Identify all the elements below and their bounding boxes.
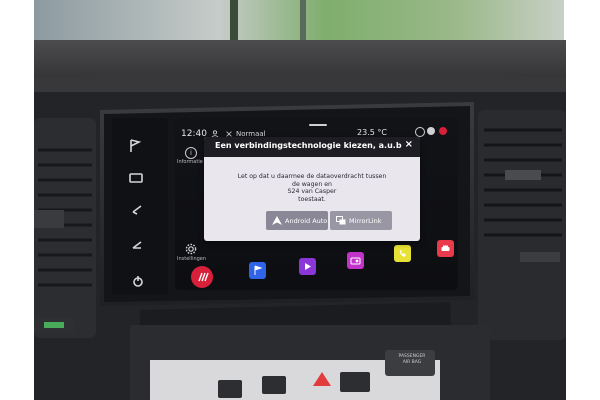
flag-icon	[254, 265, 263, 275]
android-auto-label: Android Auto	[285, 217, 328, 225]
settings-label: Instellingen	[177, 256, 207, 262]
dialog-title: Een verbindingstechnologie kiezen, a.u.b	[215, 141, 402, 150]
connection-technology-dialog: Een verbindingstechnologie kiezen, a.u.b…	[204, 137, 420, 241]
car-dashboard-photo: 12:40 Normaal 23.5 °C i Informatie Inste…	[0, 0, 600, 400]
connectivity-icon	[415, 127, 425, 137]
brand-stripes-icon	[198, 272, 209, 282]
user-icon	[427, 127, 435, 135]
close-button[interactable]: ×	[405, 139, 413, 150]
mirrorlink-label: MirrorLink	[349, 217, 382, 225]
notification-icon[interactable]	[439, 127, 447, 135]
message-line: de wagen en	[292, 180, 332, 188]
phone-app-button[interactable]	[394, 245, 411, 262]
android-auto-button[interactable]: Android Auto	[266, 211, 328, 230]
vehicle-app-button[interactable]	[437, 240, 454, 257]
outside-temperature: 23.5 °C	[357, 128, 387, 137]
pull-down-handle[interactable]	[309, 124, 327, 126]
passenger-airbag-indicator: PASSENGER AIR BAG	[390, 354, 434, 374]
play-icon	[305, 263, 311, 270]
mirrorlink-icon	[336, 216, 346, 225]
brand-app-button[interactable]	[191, 266, 213, 288]
android-auto-icon	[272, 216, 282, 225]
radio-icon	[350, 257, 361, 265]
airbag-label-line2: AIR BAG	[402, 360, 422, 365]
message-line: Let op dat u daarmee de dataoverdracht t…	[237, 173, 387, 180]
info-tile[interactable]: i Informatie	[176, 144, 206, 174]
car-icon	[441, 245, 450, 251]
info-icon: i	[185, 147, 197, 159]
mirrorlink-button[interactable]: MirrorLink	[330, 211, 392, 230]
status-bar: 12:40 Normaal 23.5 °C	[175, 118, 458, 139]
dialog-header: Een verbindingstechnologie kiezen, a.u.b…	[204, 137, 420, 157]
message-line: S24 van Casper	[287, 188, 337, 196]
phone-icon	[399, 250, 406, 257]
info-label: Informatie	[177, 159, 203, 165]
media-app-button[interactable]	[299, 258, 316, 275]
message-line: toestaat.	[298, 195, 326, 203]
navigation-app-button[interactable]	[249, 262, 266, 279]
radio-app-button[interactable]	[347, 252, 364, 269]
gear-icon	[185, 243, 197, 255]
clock: 12:40	[181, 129, 207, 139]
dialog-message: Let op dat u daarmee de dataoverdracht t…	[230, 173, 394, 203]
